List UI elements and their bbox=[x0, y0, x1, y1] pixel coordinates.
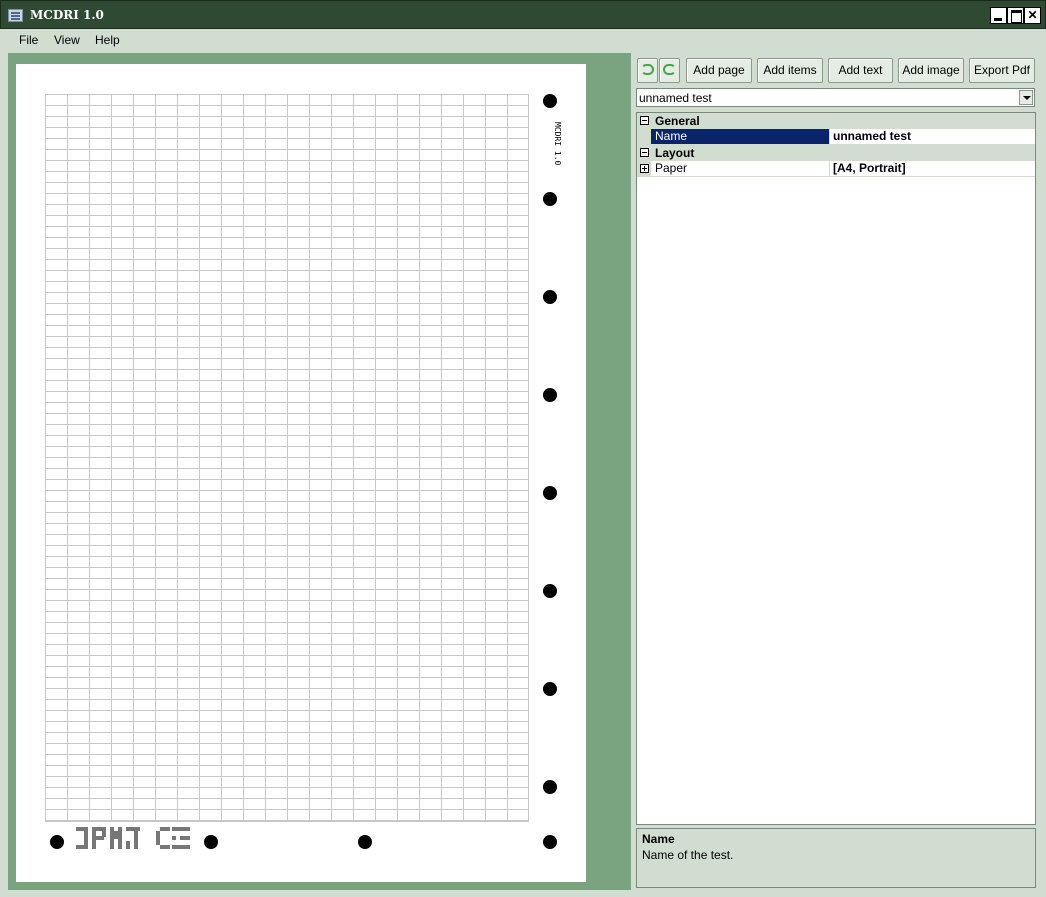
registration-mark bbox=[543, 290, 557, 304]
export-pdf-button[interactable]: Export Pdf bbox=[969, 58, 1035, 83]
page-id-code bbox=[76, 827, 192, 851]
category-general[interactable]: General bbox=[637, 113, 1035, 129]
menu-view[interactable]: View bbox=[54, 33, 80, 47]
add-image-button[interactable]: Add image bbox=[898, 58, 964, 83]
registration-mark bbox=[543, 584, 557, 598]
add-page-button[interactable]: Add page bbox=[686, 58, 752, 83]
property-name-label[interactable]: Name bbox=[651, 129, 829, 145]
property-row-paper[interactable]: Paper [A4, Portrait] bbox=[637, 161, 1035, 177]
category-general-label: General bbox=[655, 114, 700, 128]
registration-mark bbox=[543, 835, 557, 849]
app-icon bbox=[8, 9, 23, 22]
canvas-area[interactable]: MCDRI 1.0 bbox=[8, 53, 631, 890]
redo-button[interactable] bbox=[659, 58, 680, 83]
collapse-icon[interactable] bbox=[640, 148, 649, 157]
test-selector[interactable]: unnamed test bbox=[636, 88, 1035, 107]
answer-sheet-page[interactable]: MCDRI 1.0 bbox=[16, 64, 586, 882]
property-grid[interactable]: General Name unnamed test Layout Paper [… bbox=[636, 112, 1036, 825]
registration-mark bbox=[204, 835, 218, 849]
property-row-name[interactable]: Name unnamed test bbox=[637, 129, 1035, 145]
property-paper-label[interactable]: Paper bbox=[651, 161, 829, 177]
maximize-button[interactable] bbox=[1007, 7, 1024, 24]
add-text-button[interactable]: Add text bbox=[828, 58, 893, 83]
registration-mark bbox=[543, 682, 557, 696]
menu-file[interactable]: File bbox=[19, 33, 38, 47]
expand-icon[interactable] bbox=[640, 164, 649, 173]
answer-grid bbox=[45, 94, 529, 822]
chevron-down-icon[interactable] bbox=[1019, 90, 1033, 105]
undo-icon bbox=[641, 64, 654, 75]
right-panel: Add page Add items Add text Add image Ex… bbox=[631, 53, 1046, 897]
property-help-box: Name Name of the test. bbox=[636, 828, 1036, 888]
window-title: MCDRI 1.0 bbox=[30, 8, 104, 22]
help-description: Name of the test. bbox=[642, 848, 734, 862]
title-bar: MCDRI 1.0 ✕ bbox=[0, 0, 1046, 29]
minimize-button[interactable] bbox=[990, 7, 1007, 24]
registration-mark bbox=[543, 780, 557, 794]
add-items-button[interactable]: Add items bbox=[757, 58, 823, 83]
registration-mark bbox=[358, 835, 372, 849]
property-paper-value[interactable]: [A4, Portrait] bbox=[829, 161, 1035, 177]
help-title: Name bbox=[642, 832, 675, 846]
test-selector-value: unnamed test bbox=[639, 91, 712, 105]
close-button[interactable]: ✕ bbox=[1024, 7, 1041, 24]
registration-mark bbox=[543, 192, 557, 206]
menu-help[interactable]: Help bbox=[95, 33, 120, 47]
registration-mark bbox=[543, 486, 557, 500]
menu-bar: File View Help bbox=[0, 29, 1046, 51]
category-layout[interactable]: Layout bbox=[637, 145, 1035, 161]
category-layout-label: Layout bbox=[655, 146, 695, 160]
undo-button[interactable] bbox=[637, 58, 658, 83]
registration-mark bbox=[543, 94, 557, 108]
collapse-icon[interactable] bbox=[640, 116, 649, 125]
page-vertical-label: MCDRI 1.0 bbox=[553, 122, 562, 166]
row-gutter bbox=[637, 129, 651, 145]
registration-mark bbox=[543, 388, 557, 402]
redo-icon bbox=[663, 64, 676, 75]
property-name-value[interactable]: unnamed test bbox=[829, 129, 1035, 145]
registration-mark bbox=[50, 835, 64, 849]
